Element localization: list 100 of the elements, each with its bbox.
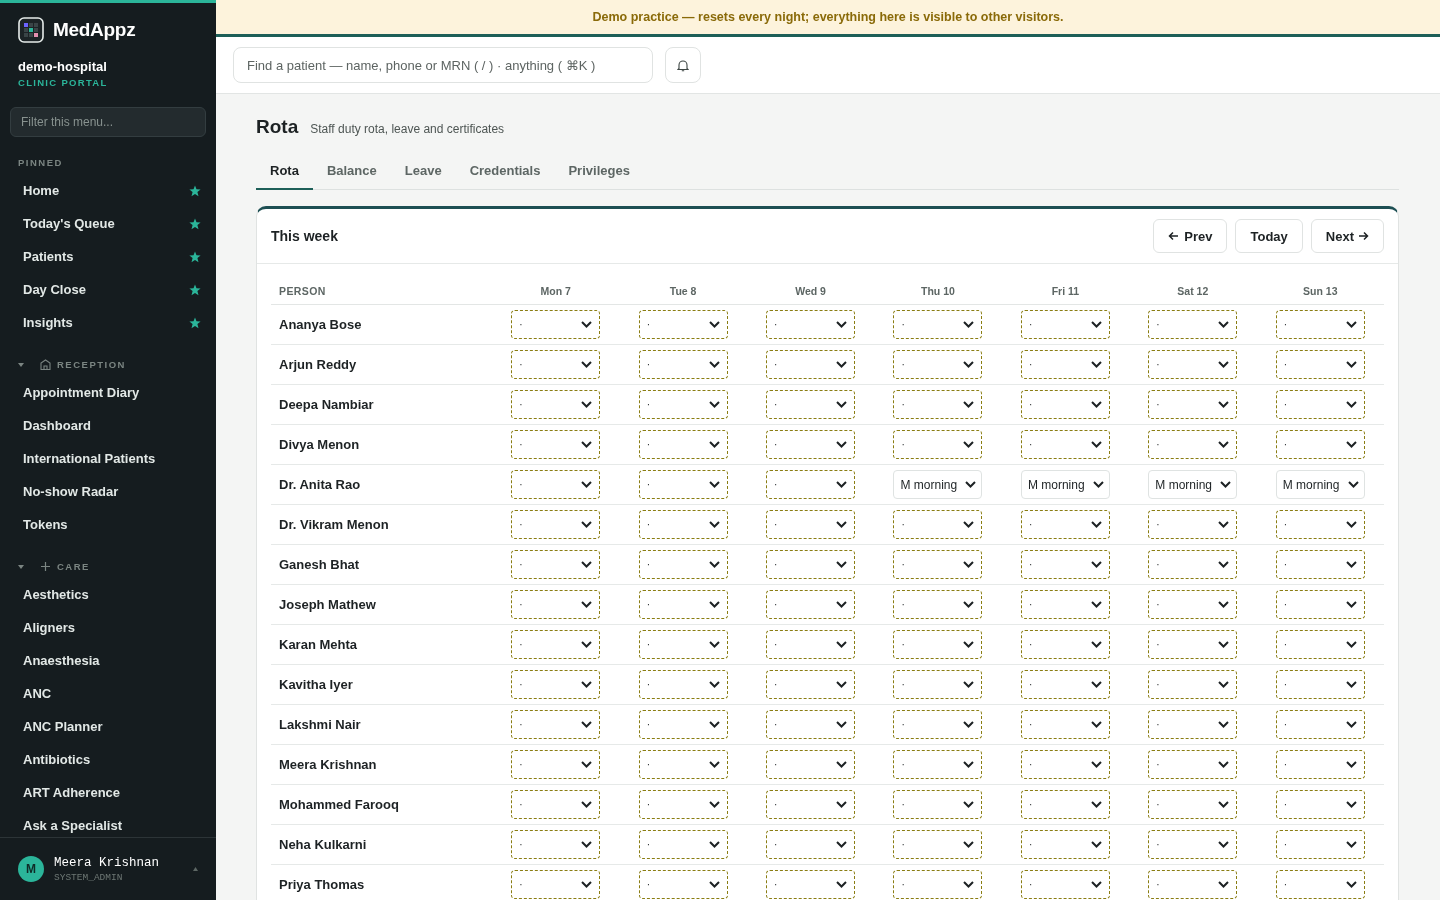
shift-select[interactable]: · [1275,390,1365,419]
user-panel[interactable]: M Meera Krishnan SYSTEM_ADMIN [0,837,216,900]
shift-select[interactable]: · [638,630,728,659]
shift-select[interactable]: · [1275,830,1365,859]
shift-select[interactable]: · [893,310,983,339]
shift-select[interactable]: · [1275,590,1365,619]
shift-select[interactable]: · [766,430,856,459]
shift-select[interactable]: · [1020,670,1110,699]
shift-select[interactable]: · [511,310,601,339]
shift-select[interactable]: · [766,750,856,779]
shift-select[interactable]: · [1020,590,1110,619]
shift-select[interactable]: · [766,710,856,739]
shift-select[interactable]: · [1020,430,1110,459]
shift-select[interactable]: · [1020,350,1110,379]
shift-select[interactable]: M morning [1020,470,1110,499]
shift-select[interactable]: · [638,430,728,459]
shift-select[interactable]: · [1020,630,1110,659]
shift-select[interactable]: · [766,390,856,419]
nav-item[interactable]: Aesthetics [0,578,216,611]
shift-select[interactable]: · [1020,390,1110,419]
shift-select[interactable]: · [638,510,728,539]
shift-select[interactable]: · [1148,790,1238,819]
nav-item[interactable]: Aligners [0,611,216,644]
shift-select[interactable]: · [1020,830,1110,859]
nav-item[interactable]: Anaesthesia [0,644,216,677]
shift-select[interactable]: · [893,710,983,739]
shift-select[interactable]: · [766,870,856,899]
today-button[interactable]: Today [1235,219,1303,253]
nav-item[interactable]: Patients [0,240,216,273]
shift-select[interactable]: · [511,350,601,379]
shift-select[interactable]: · [1148,550,1238,579]
shift-select[interactable]: · [511,830,601,859]
shift-select[interactable]: · [511,510,601,539]
nav-item[interactable]: Appointment Diary [0,376,216,409]
nav-item[interactable]: ANC Planner [0,710,216,743]
shift-select[interactable]: · [511,710,601,739]
shift-select[interactable]: · [893,630,983,659]
shift-select[interactable]: · [893,430,983,459]
shift-select[interactable]: · [511,390,601,419]
shift-select[interactable]: · [1275,790,1365,819]
shift-select[interactable]: · [1148,710,1238,739]
shift-select[interactable]: · [511,470,601,499]
shift-select[interactable]: · [1148,670,1238,699]
shift-select[interactable]: · [1148,310,1238,339]
nav-item[interactable]: Home [0,174,216,207]
shift-select[interactable]: · [1148,510,1238,539]
shift-select[interactable]: · [766,670,856,699]
shift-select[interactable]: · [1020,550,1110,579]
shift-select[interactable]: M morning [1275,470,1365,499]
shift-select[interactable]: · [1148,750,1238,779]
shift-select[interactable]: · [1148,390,1238,419]
shift-select[interactable]: · [766,590,856,619]
search-field[interactable]: Find a patient — name, phone or MRN ( / ) · anything ( ⌘K ) [233,47,653,83]
shift-select[interactable]: · [893,670,983,699]
shift-select[interactable]: · [893,510,983,539]
nav-item[interactable]: Dashboard [0,409,216,442]
shift-select[interactable]: · [766,510,856,539]
shift-select[interactable]: · [1020,510,1110,539]
shift-select[interactable]: · [893,790,983,819]
prev-button[interactable]: Prev [1153,219,1228,253]
nav-item[interactable]: International Patients [0,442,216,475]
shift-select[interactable]: · [511,790,601,819]
shift-select[interactable]: · [1020,310,1110,339]
shift-select[interactable]: · [638,350,728,379]
shift-select[interactable]: · [1275,870,1365,899]
shift-select[interactable]: · [511,590,601,619]
nav-item[interactable]: Antibiotics [0,743,216,776]
shift-select[interactable]: · [1020,750,1110,779]
shift-select[interactable]: · [1275,670,1365,699]
shift-select[interactable]: · [1275,750,1365,779]
tab[interactable]: Balance [312,163,391,190]
shift-select[interactable]: · [766,550,856,579]
next-button[interactable]: Next [1310,219,1384,253]
shift-select[interactable]: · [1275,350,1365,379]
shift-select[interactable]: · [638,830,728,859]
shift-select[interactable]: · [511,630,601,659]
nav-item[interactable]: Tokens [0,508,216,541]
shift-select[interactable]: · [893,350,983,379]
shift-select[interactable]: · [638,390,728,419]
shift-select[interactable]: · [511,430,601,459]
shift-select[interactable]: · [638,470,728,499]
shift-select[interactable]: M morning [893,470,983,499]
shift-select[interactable]: · [893,550,983,579]
shift-select[interactable]: · [1148,590,1238,619]
shift-select[interactable]: · [766,310,856,339]
shift-select[interactable]: · [893,750,983,779]
shift-select[interactable]: · [1148,830,1238,859]
tab[interactable]: Credentials [455,163,555,190]
shift-select[interactable]: · [638,750,728,779]
shift-select[interactable]: · [511,870,601,899]
shift-select[interactable]: · [766,830,856,859]
shift-select[interactable]: · [638,310,728,339]
nav-item[interactable]: ANC [0,677,216,710]
tab[interactable]: Privileges [554,163,644,190]
shift-select[interactable]: · [766,470,856,499]
shift-select[interactable]: · [638,870,728,899]
nav-item[interactable]: Insights [0,306,216,339]
shift-select[interactable]: · [638,550,728,579]
shift-select[interactable]: M morning [1148,470,1238,499]
shift-select[interactable]: · [766,350,856,379]
